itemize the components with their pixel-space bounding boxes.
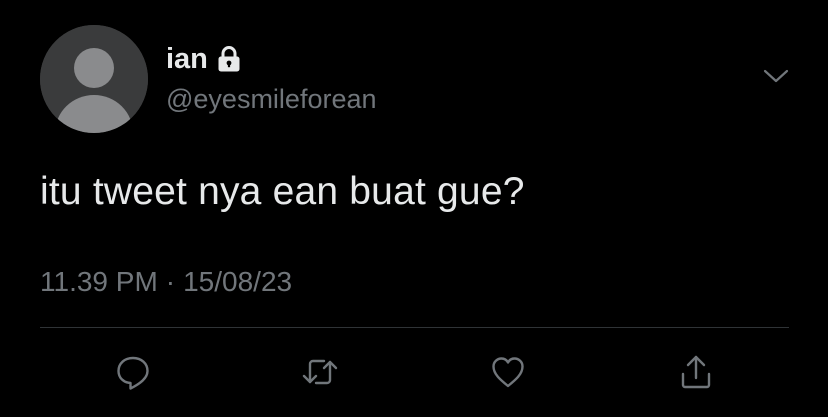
reply-button[interactable] [109,348,157,396]
tweet-date[interactable]: 15/08/23 [183,265,292,299]
action-bar [0,348,828,396]
chevron-down-icon [763,69,789,83]
retweet-button[interactable] [296,348,344,396]
tweet-card: ian @eyesmileforean itu tweet nya ean bu… [0,0,828,417]
reply-icon [117,356,149,390]
more-options-button[interactable] [762,66,790,86]
user-handle[interactable]: @eyesmileforean [166,83,377,115]
divider [40,327,789,328]
tweet-text: itu tweet nya ean buat gue? [40,170,525,213]
heart-icon [492,357,524,388]
lock-icon [216,45,242,73]
default-profile-icon [40,25,148,133]
tweet-meta: 11.39 PM · 15/08/23 [40,265,292,299]
retweet-icon [302,359,338,385]
share-button[interactable] [672,348,720,396]
display-name[interactable]: ian [166,42,208,76]
avatar[interactable] [40,25,148,133]
share-icon [681,355,711,389]
like-button[interactable] [484,348,532,396]
user-name-row: ian [166,42,242,76]
meta-separator: · [165,266,176,297]
tweet-time[interactable]: 11.39 PM [40,265,158,299]
